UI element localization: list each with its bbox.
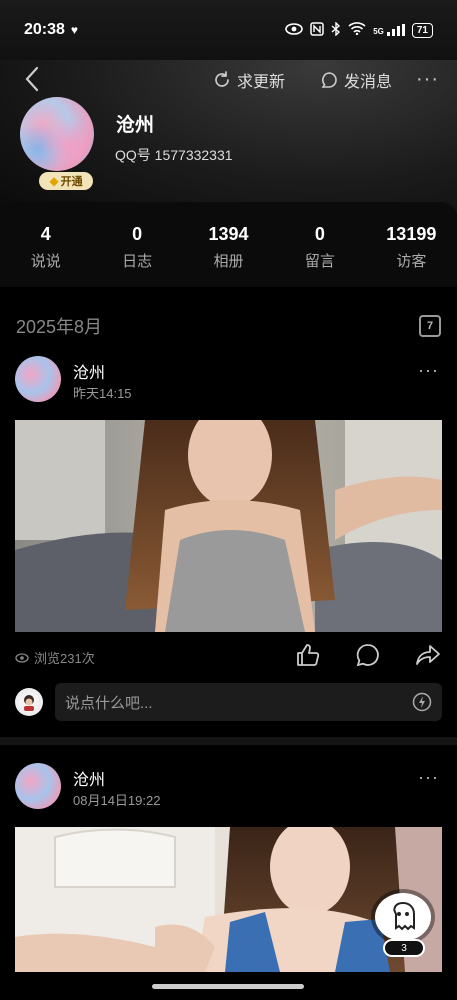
qq-number: QQ号 1577332331: [115, 147, 233, 163]
ghost-mascot-icon: [393, 901, 415, 931]
stat-value: 1394: [208, 224, 249, 244]
stat-label: 相册: [213, 253, 244, 270]
share-icon[interactable]: [415, 642, 441, 668]
request-update-label: 求更新: [237, 74, 286, 91]
my-avatar: [15, 688, 43, 716]
like-icon[interactable]: [295, 642, 321, 668]
stat-album[interactable]: 1394 相册: [183, 224, 274, 287]
post-time: 昨天14:15: [73, 386, 132, 401]
selfie-photo-image: [15, 827, 442, 972]
stat-guestbook[interactable]: 0 留言: [274, 224, 365, 287]
back-button[interactable]: [24, 66, 48, 94]
eye-icon: [15, 652, 29, 663]
month-title: 2025年8月: [16, 317, 103, 337]
post-author[interactable]: 沧州: [73, 359, 105, 383]
stat-value: 13199: [386, 224, 437, 244]
stat-label: 留言: [304, 253, 335, 270]
post-divider: [0, 737, 457, 745]
nfc-icon: [310, 21, 324, 39]
more-menu-button[interactable]: ···: [416, 68, 439, 91]
stat-label: 说说: [30, 253, 61, 270]
post-avatar[interactable]: [15, 356, 61, 402]
bluetooth-icon: [331, 20, 341, 39]
comment-input[interactable]: 说点什么吧...: [55, 683, 442, 721]
status-time: 20:38: [24, 21, 65, 38]
post-more-button[interactable]: ···: [418, 767, 439, 788]
vip-label: 开通: [60, 176, 83, 188]
stat-value: 4: [40, 224, 51, 244]
stat-visitors[interactable]: 13199 访客: [366, 224, 457, 287]
post-time: 08月14日19:22: [73, 793, 161, 808]
post-photo[interactable]: [15, 420, 442, 632]
battery-indicator: 71: [411, 22, 433, 38]
profile-name: 沧州: [116, 115, 155, 136]
view-count: 浏览231次: [15, 648, 95, 667]
back-arrow-icon: [25, 66, 39, 92]
stat-shuoshuo[interactable]: 4 说说: [0, 224, 91, 287]
view-count-label: 浏览231次: [34, 651, 95, 666]
stat-value: 0: [132, 224, 143, 244]
heart-check-icon: ♥: [70, 23, 79, 37]
profile-avatar[interactable]: [20, 97, 94, 171]
cartoon-avatar-icon: [19, 692, 39, 712]
post-actions: [295, 642, 441, 668]
refresh-icon: [215, 71, 229, 87]
top-nav: 求更新 发消息 ···: [0, 60, 457, 100]
comment-placeholder: 说点什么吧...: [65, 694, 153, 712]
diamond-icon: ◆: [49, 174, 59, 188]
home-indicator[interactable]: [152, 984, 304, 989]
signal-icon: 5G: [373, 24, 405, 36]
send-message-label: 发消息: [344, 74, 393, 91]
stat-value: 0: [314, 224, 325, 244]
request-update-button[interactable]: 求更新: [213, 68, 285, 92]
network-type: 5G: [373, 27, 384, 36]
floating-count-badge: 3: [383, 939, 425, 957]
stat-blog[interactable]: 0 日志: [91, 224, 182, 287]
post-more-button[interactable]: ···: [418, 360, 439, 381]
selfie-photo-image: [15, 420, 442, 632]
post-photo[interactable]: [15, 827, 442, 972]
eye-icon: [285, 22, 304, 38]
status-bar: 20:38 ♥ 5G 71: [0, 0, 457, 60]
calendar-icon[interactable]: 7: [419, 315, 441, 337]
floating-assistant-button[interactable]: [375, 893, 431, 941]
comment-row: 说点什么吧...: [15, 683, 442, 721]
lightning-icon[interactable]: [412, 692, 432, 712]
stat-label: 访客: [396, 253, 427, 270]
month-header: 2025年8月 7: [16, 313, 441, 339]
vip-badge[interactable]: ◆ 开通: [39, 172, 93, 190]
send-message-button[interactable]: 发消息: [320, 68, 392, 92]
comment-icon[interactable]: [355, 642, 381, 668]
wifi-icon: [348, 22, 366, 38]
stat-label: 日志: [122, 253, 153, 270]
post-author[interactable]: 沧州: [73, 766, 105, 790]
chat-bubble-icon: [321, 72, 337, 88]
calendar-day: 7: [426, 320, 434, 332]
stats-bar: 4 说说 0 日志 1394 相册 0 留言 13199 访客: [0, 202, 457, 287]
post-avatar[interactable]: [15, 763, 61, 809]
